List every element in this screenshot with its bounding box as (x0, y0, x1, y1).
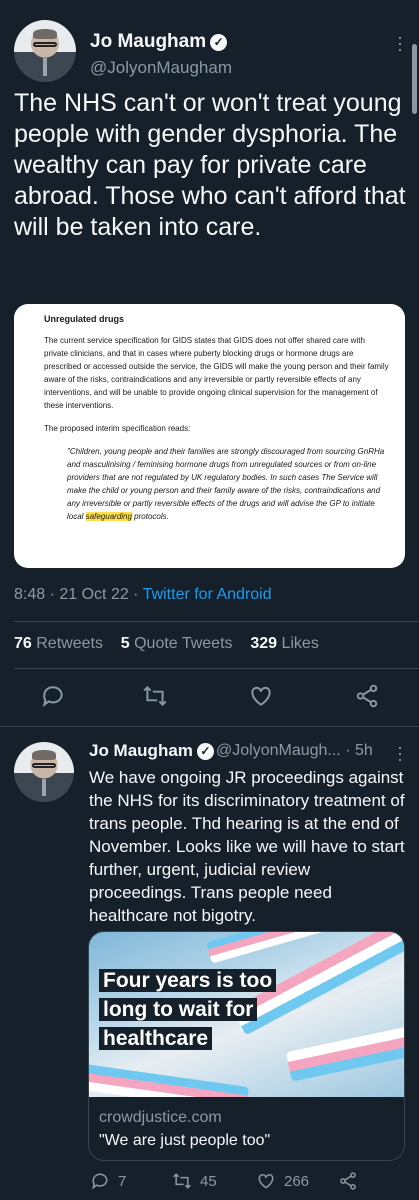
share-icon (340, 1172, 356, 1190)
retweet-icon (173, 1173, 191, 1189)
author-name[interactable]: Jo Maugham ✓ (90, 31, 228, 53)
engagement-stats: 76 Retweets 5 Quote Tweets 329 Likes (14, 635, 319, 653)
tweet-meta: 8:48 · 21 Oct 22 · Twitter for Android (14, 586, 272, 603)
card-title: "We are just people too" (99, 1132, 271, 1149)
reply-button[interactable]: 7 (90, 1171, 126, 1191)
divider (14, 668, 419, 669)
reply-icon (92, 1173, 108, 1190)
more-icon[interactable]: · · · (397, 28, 403, 58)
doc-heading: Unregulated drugs (44, 314, 125, 324)
retweet-button[interactable]: 45 (172, 1171, 217, 1191)
doc-paragraph-intro: The proposed interim specification reads… (44, 424, 191, 433)
like-icon (258, 1173, 274, 1189)
more-icon[interactable]: · · · (397, 738, 403, 768)
avatar[interactable] (14, 742, 74, 802)
quote-tweets-stat[interactable]: 5 Quote Tweets (121, 635, 233, 652)
doc-quote: "Children, young people and their famili… (67, 447, 385, 521)
link-card[interactable]: Four years is too long to wait for healt… (88, 931, 405, 1161)
tweet-text: We have ongoing JR proceedings against t… (89, 768, 405, 925)
card-headline: Four years is too long to wait for healt… (99, 966, 304, 1053)
attached-image[interactable]: Unregulated drugs The current service sp… (14, 304, 405, 568)
card-domain: crowdjustice.com (99, 1109, 222, 1126)
tweet-text: The NHS can't or won't treat young peopl… (14, 89, 406, 241)
source-link[interactable]: Twitter for Android (143, 586, 272, 603)
card-image: Four years is too long to wait for healt… (89, 932, 404, 1097)
reply-icon[interactable] (40, 683, 66, 709)
author-handle[interactable]: @JolyonMaugham (90, 58, 232, 78)
share-button[interactable] (338, 1171, 358, 1191)
likes-stat[interactable]: 329 Likes (250, 635, 319, 652)
share-icon[interactable] (354, 683, 380, 709)
like-icon[interactable] (248, 683, 274, 709)
doc-paragraph: The current service specification for GI… (44, 336, 389, 410)
like-count: 266 (284, 1172, 310, 1190)
like-button[interactable]: 266 (256, 1171, 309, 1191)
highlight: safeguarding (85, 512, 132, 521)
retweets-stat[interactable]: 76 Retweets (14, 635, 103, 652)
verified-icon: ✓ (210, 34, 228, 51)
author-handle[interactable]: @JolyonMaugh... · 5h (216, 742, 373, 760)
verified-icon: ✓ (196, 743, 214, 760)
reply-count: 7 (118, 1172, 127, 1190)
retweet-count: 45 (200, 1172, 217, 1190)
author-name[interactable]: Jo Maugham ✓ (89, 741, 214, 761)
retweet-icon[interactable] (142, 683, 168, 709)
divider (0, 726, 419, 727)
divider (14, 621, 419, 622)
avatar[interactable] (14, 20, 76, 82)
scrollbar[interactable] (412, 44, 417, 114)
